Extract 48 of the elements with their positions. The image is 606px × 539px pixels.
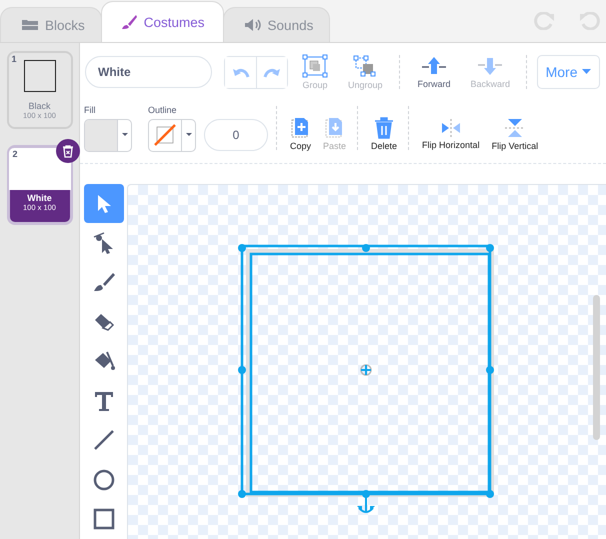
flip-horizontal-icon — [440, 118, 462, 138]
trash-icon — [62, 144, 74, 158]
group-icon — [302, 54, 328, 78]
forward-button[interactable]: Forward — [412, 55, 457, 89]
copy-icon — [290, 117, 310, 139]
up-arrow-icon — [421, 55, 448, 77]
tab[interactable]: Blocks — [0, 7, 102, 42]
fill-label: Fill — [84, 104, 96, 114]
caret-icon — [186, 133, 192, 137]
circle-icon — [92, 468, 116, 492]
tab[interactable]: Sounds — [222, 7, 330, 42]
flip-vertical-button[interactable]: Flip Vertical — [488, 117, 542, 151]
speaker-icon — [244, 18, 262, 32]
outline-label: Outline — [148, 104, 178, 114]
copy-button[interactable]: Copy — [287, 117, 314, 151]
more-button[interactable]: More — [537, 55, 600, 89]
costume-name: White — [27, 193, 52, 203]
delete-button[interactable]: Delete — [368, 117, 400, 151]
down-arrow-icon — [477, 55, 504, 77]
outline-width-field[interactable]: 0 — [204, 119, 268, 151]
fill-color-picker[interactable] — [84, 118, 132, 152]
blocks-icon — [21, 18, 39, 32]
costume-thumbnail — [8, 148, 70, 190]
scrollbar[interactable] — [593, 295, 600, 440]
rectangle-icon — [92, 507, 116, 532]
costume-number: 2 — [12, 149, 18, 159]
outline-color-picker[interactable] — [148, 118, 196, 152]
reshape-icon — [92, 231, 116, 256]
tab[interactable]: Costumes — [100, 1, 224, 42]
costume-thumbnail — [24, 60, 56, 92]
brush-icon — [120, 14, 138, 30]
flip-horizontal-button[interactable]: Flip Horizontal — [419, 118, 483, 150]
costume-number: 1 — [12, 54, 17, 64]
costume-name-field[interactable]: White — [85, 56, 212, 88]
flip-vertical-icon — [504, 117, 526, 139]
paste-icon — [324, 117, 345, 139]
undo-icon — [232, 66, 250, 78]
line-icon — [92, 428, 116, 452]
caret-icon — [582, 69, 592, 75]
select-tool[interactable] — [84, 184, 124, 224]
caret-icon — [122, 133, 128, 137]
drawing-canvas[interactable] — [127, 184, 606, 539]
ungroup-icon — [352, 54, 378, 78]
delete-costume-button[interactable] — [56, 139, 80, 163]
redo-icon — [263, 66, 281, 78]
trash-icon — [374, 117, 394, 139]
costume-name: Black — [28, 101, 50, 111]
no-color-icon — [154, 124, 176, 146]
